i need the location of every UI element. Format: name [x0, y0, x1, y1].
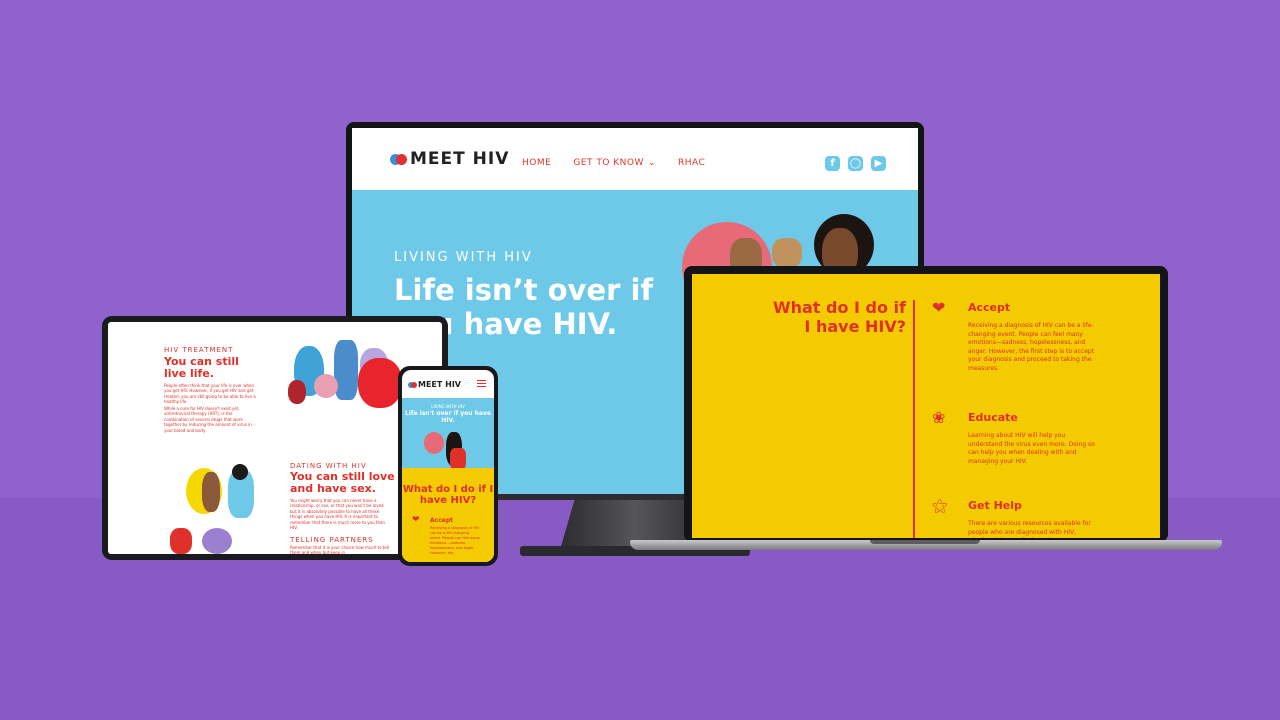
illustration-person-c: [170, 528, 192, 554]
illustration-person-a: [202, 472, 220, 512]
facebook-icon[interactable]: f: [825, 156, 840, 171]
dating-kicker: DATING WITH HIV: [290, 462, 367, 470]
heart-icon: ❤: [932, 298, 946, 317]
treatment-text-2: While a cure for HIV doesn't exist yet, …: [164, 406, 252, 433]
phone-faq-section: What do I do if I have HIV? ❤ Accept Rec…: [402, 468, 494, 562]
partners-text: Remember that it is your choice how much…: [290, 545, 390, 554]
phone-accept-text: Receiving a diagnosis of HIV can be a li…: [430, 526, 480, 555]
nav-link-get-to-know[interactable]: GET TO KNOW ⌄: [573, 158, 656, 168]
laptop: What do I do if I have HIV? ❤ Accept Rec…: [684, 266, 1168, 542]
phone-question: What do I do if I have HIV?: [402, 484, 494, 506]
logo-mark-icon: [408, 381, 417, 388]
illustration-pink-character: [314, 374, 338, 398]
illustration-red-character: [358, 358, 402, 408]
illustration-person: [334, 340, 358, 400]
laptop-notch: [870, 540, 980, 544]
illustration-small-character: [288, 380, 306, 404]
social-links: f ◯ ▶: [825, 156, 886, 171]
laptop-screen: What do I do if I have HIV? ❤ Accept Rec…: [692, 274, 1160, 538]
dating-heading: You can still love and have sex.: [290, 470, 395, 495]
chevron-down-icon: ⌄: [647, 158, 656, 168]
info-text: Receiving a diagnosis of HIV can be a li…: [968, 322, 1095, 372]
phone-screen: MEET HIV LIVING WITH HIV Life isn't over…: [402, 370, 494, 562]
tablet: HIV TREATMENT You can still live life. P…: [102, 316, 448, 560]
illustration-person-b-head: [232, 464, 248, 480]
brain-icon: ❀: [932, 408, 946, 427]
illustration-waving-hand: [772, 238, 802, 268]
treatment-heading: You can still live life.: [164, 355, 239, 380]
section-title: What do I do if I have HIV?: [772, 298, 906, 336]
logo-mark-icon: [390, 153, 408, 165]
info-heading: Get Help: [968, 499, 1022, 512]
treatment-kicker: HIV TREATMENT: [164, 346, 234, 354]
logo-text: MEET HIV: [410, 149, 510, 169]
phone-logo[interactable]: MEET HIV: [408, 380, 461, 389]
treatment-text-1: People often think that your life is ove…: [164, 383, 256, 405]
illustration-figure-b-body: [450, 448, 466, 470]
illustration-figure-a: [424, 432, 444, 454]
handshake-icon: ⚝: [932, 496, 948, 515]
phone-hero-title: Life isn't over if you have HIV.: [405, 410, 491, 424]
info-heading: Accept: [968, 301, 1011, 314]
phone: MEET HIV LIVING WITH HIV Life isn't over…: [398, 366, 498, 566]
instagram-icon[interactable]: ◯: [848, 156, 863, 171]
site-logo[interactable]: MEET HIV: [390, 149, 509, 169]
tablet-screen: HIV TREATMENT You can still live life. P…: [108, 322, 442, 554]
dating-text: You might worry that you can never have …: [290, 498, 385, 531]
info-text: Learning about HIV will help you underst…: [968, 432, 1095, 465]
phone-hero-kicker: LIVING WITH HIV: [431, 404, 465, 409]
site-navbar: MEET HIV HOME GET TO KNOW ⌄ RHAC f ◯ ▶: [352, 128, 918, 190]
nav-link-get-to-know-label: GET TO KNOW: [573, 158, 644, 168]
illustration-person-d: [202, 528, 232, 554]
youtube-icon[interactable]: ▶: [871, 156, 886, 171]
nav-link-rhac[interactable]: RHAC: [678, 158, 705, 168]
phone-accept-heading: Accept: [430, 517, 453, 524]
nav-link-home[interactable]: HOME: [522, 158, 551, 168]
hamburger-menu-icon[interactable]: [477, 380, 486, 389]
heart-icon: ❤: [412, 515, 420, 525]
logo-text: MEET HIV: [418, 380, 461, 389]
phone-hero: LIVING WITH HIV Life isn't over if you h…: [402, 398, 494, 470]
hero-kicker: LIVING WITH HIV: [394, 250, 533, 265]
info-text: There are various resources available fo…: [968, 520, 1091, 538]
info-heading: Educate: [968, 411, 1018, 424]
nav-links: HOME GET TO KNOW ⌄ RHAC: [522, 158, 705, 168]
section-divider: [913, 300, 915, 538]
partners-kicker: TELLING PARTNERS: [290, 536, 374, 544]
